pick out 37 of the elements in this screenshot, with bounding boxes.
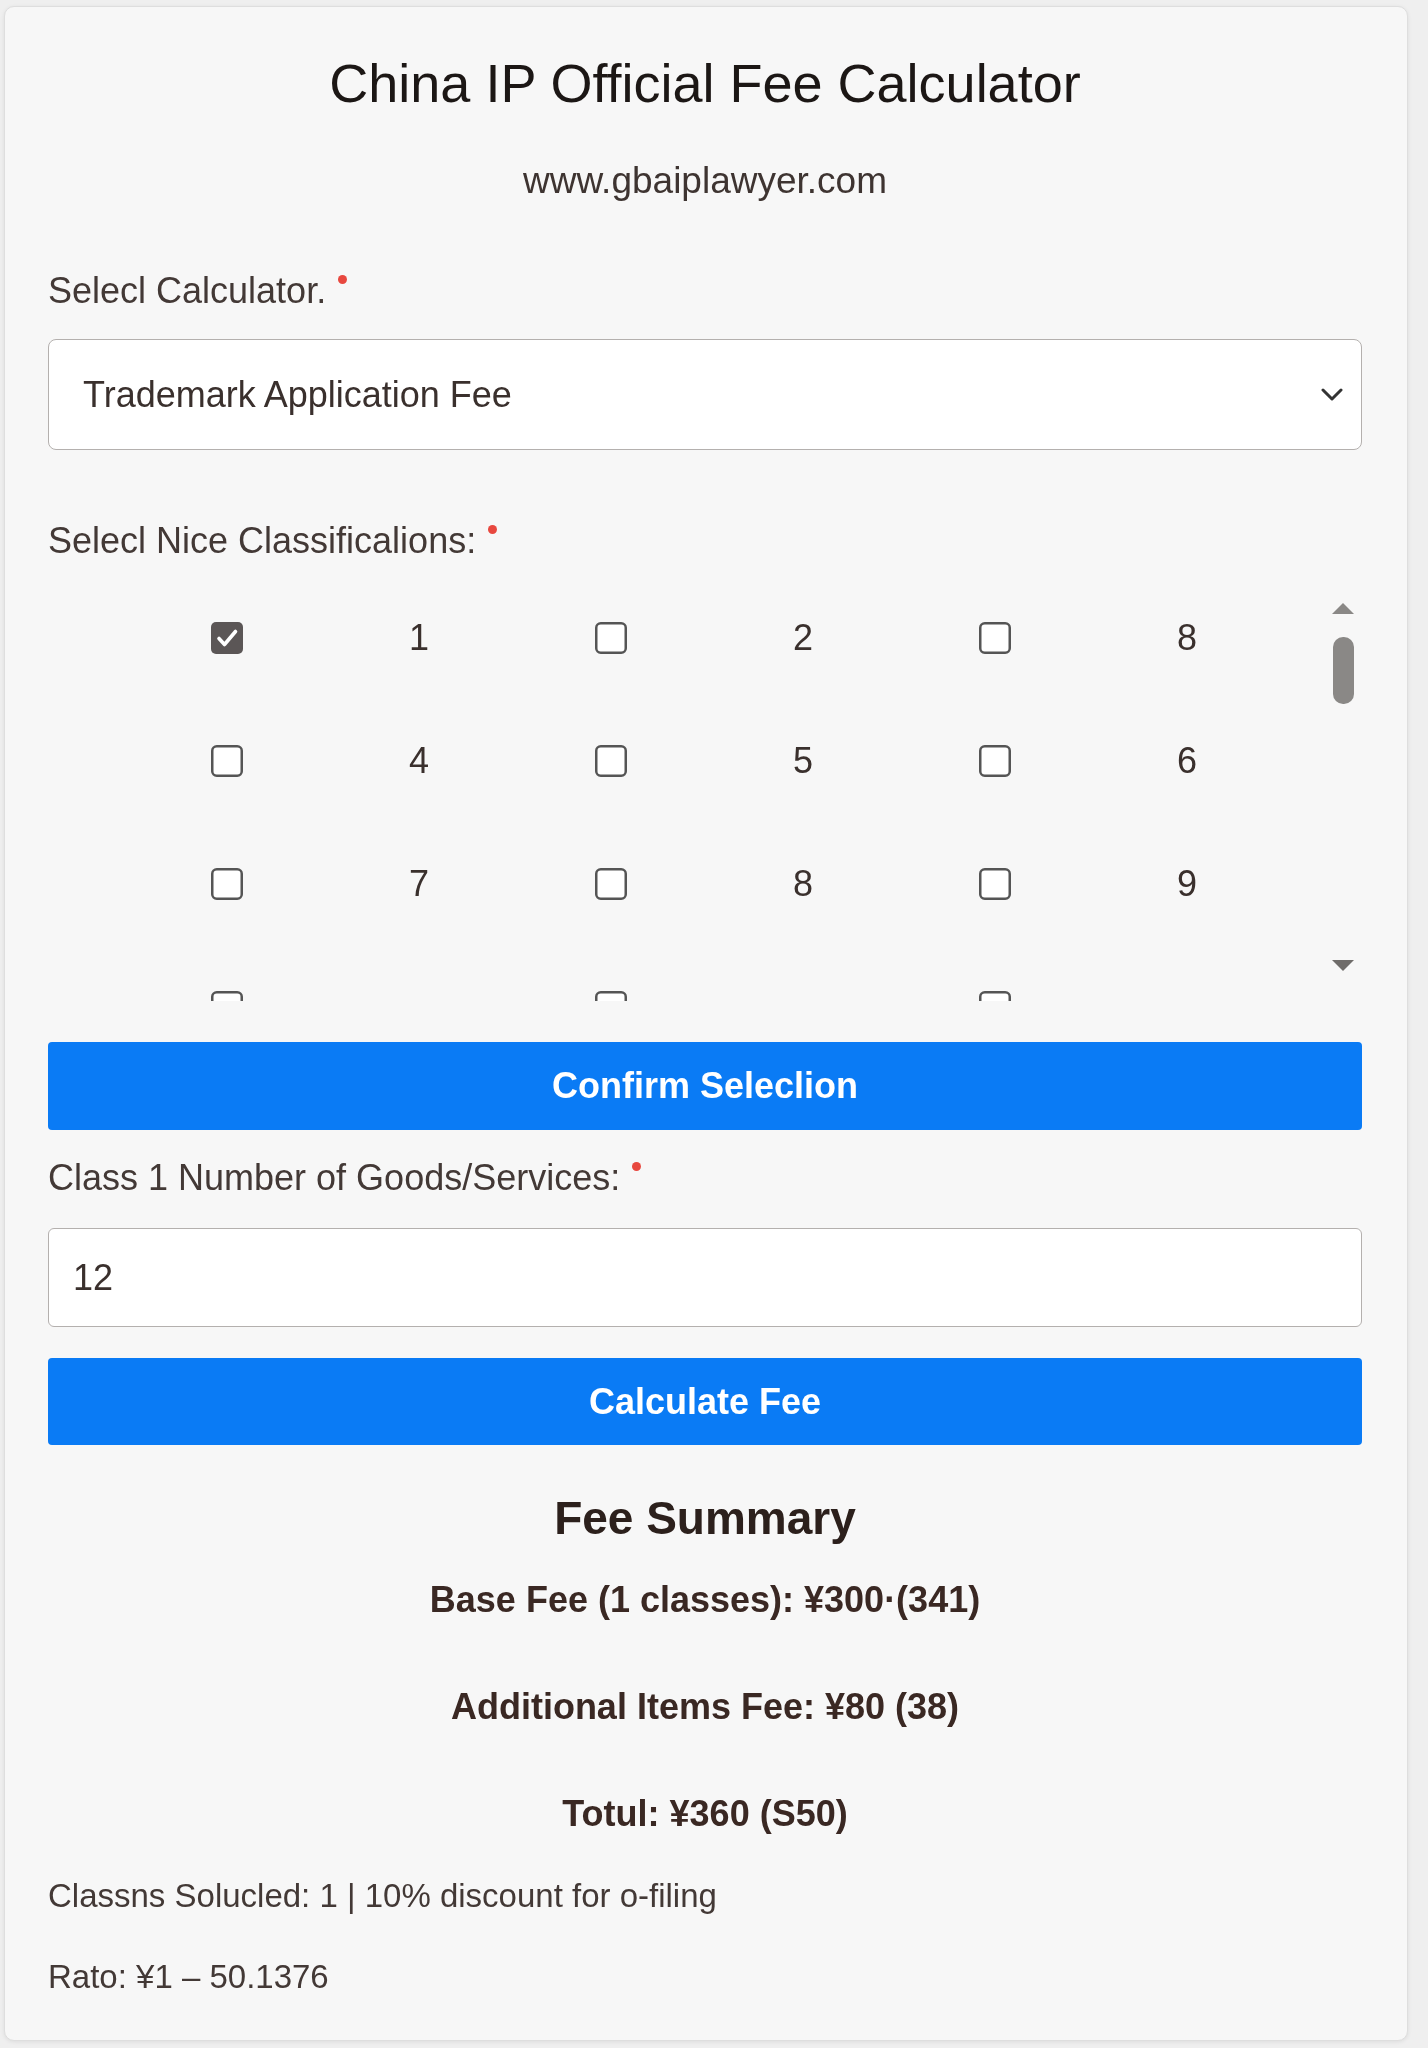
fee-line: Totul: ¥360 (S50) <box>562 1794 848 1834</box>
calculator-dropdown[interactable]: Trademark Application Fee <box>48 339 1362 450</box>
field-label: Selecl Calculator. <box>48 271 327 311</box>
class-number-label: 4 <box>409 740 429 781</box>
chevron-down-icon <box>1321 387 1343 402</box>
class-number-label: 8 <box>793 863 813 904</box>
class-number-label: 8 <box>1177 617 1197 658</box>
checkbox[interactable] <box>211 621 243 654</box>
summary-note: Classns Solucled: 1 | 10% discount for o-filing <box>48 1876 717 1916</box>
page-title: China IP Official Fee Calculator <box>329 55 1081 111</box>
field-label: Selecl Nice Classificalions: <box>48 521 477 561</box>
fee-line: Additional Items Fee: ¥80 (38) <box>450 1687 960 1727</box>
checkbox[interactable] <box>979 744 1011 777</box>
checkbox[interactable] <box>595 621 627 654</box>
calculate-fee-button[interactable]: Calculate Fee <box>48 1358 1362 1445</box>
class-number-label: 2 <box>793 617 813 658</box>
checkbox[interactable] <box>211 744 243 777</box>
class-number-label: 7 <box>409 863 429 904</box>
field-label: Class 1 Number of Goods/Services: <box>48 1158 621 1198</box>
scrollbar-thumb[interactable] <box>1332 637 1354 704</box>
confirm-selection-button[interactable]: Confirm Seleclion <box>48 1042 1362 1130</box>
checkbox[interactable] <box>979 867 1011 900</box>
class-number-label: 9 <box>1177 863 1197 904</box>
class-number-label: 5 <box>793 740 813 781</box>
scroll-down-arrow-icon[interactable] <box>1332 960 1354 971</box>
checkbox[interactable] <box>979 621 1011 654</box>
fee-line: Base Fee (1 classes): ¥300·(341) <box>429 1580 981 1620</box>
scroll-up-arrow-icon[interactable] <box>1332 603 1354 614</box>
checkbox[interactable] <box>595 744 627 777</box>
goods-count-input[interactable]: 12 <box>48 1228 1362 1327</box>
class-number-label: 1 <box>409 617 429 658</box>
checkbox[interactable] <box>595 867 627 900</box>
class-number-label: 6 <box>1177 740 1197 781</box>
checkbox[interactable] <box>211 867 243 900</box>
website-text: www.gbaiplawyer.com <box>523 161 887 201</box>
summary-heading: Fee Summary <box>554 1491 856 1545</box>
summary-note: Rato: ¥1 – 50.1376 <box>48 1957 329 1997</box>
